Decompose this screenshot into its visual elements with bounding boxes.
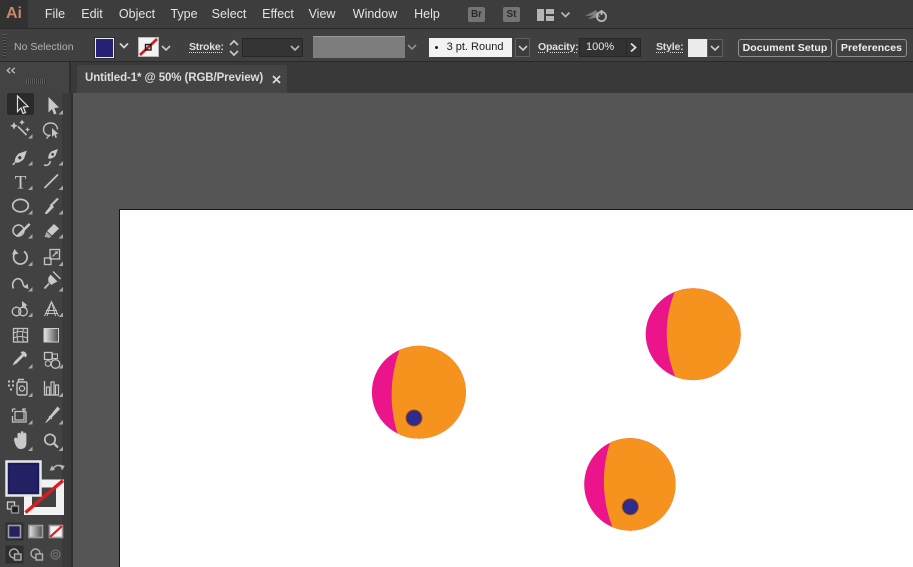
svg-text:T: T	[15, 173, 27, 194]
